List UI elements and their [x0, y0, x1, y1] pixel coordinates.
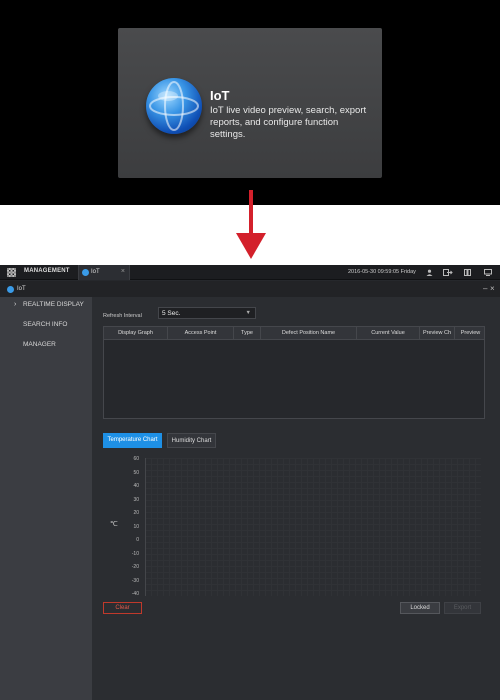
- locked-button[interactable]: Locked: [400, 602, 440, 614]
- chart-plot-area: [145, 458, 481, 596]
- minimize-icon[interactable]: –: [483, 284, 487, 293]
- clear-button[interactable]: Clear: [103, 602, 142, 614]
- column-header[interactable]: Defect Position Name: [261, 327, 357, 340]
- chevron-right-icon: ›: [14, 301, 17, 308]
- arrow-head-icon: [236, 233, 266, 259]
- y-tick: 20: [133, 510, 139, 516]
- tile-description: IoT live video preview, search, export r…: [210, 105, 367, 140]
- globe-icon: [146, 78, 202, 134]
- close-icon[interactable]: ×: [490, 284, 495, 293]
- tab-close-icon[interactable]: ×: [121, 268, 125, 275]
- arrow-down-icon: [249, 190, 253, 234]
- iot-app-tile[interactable]: IoT IoT live video preview, search, expo…: [118, 28, 382, 178]
- iot-app-window: MANAGEMENT IoT × 2016-05-30 09:59:05 Fri…: [0, 265, 500, 700]
- sensor-table: Display Graph Access Point Type Defect P…: [103, 326, 485, 419]
- column-header[interactable]: Display Graph: [104, 327, 168, 340]
- chevron-down-icon: ▼: [245, 310, 251, 316]
- tab-iot-label: IoT: [91, 269, 100, 275]
- refresh-interval-value: 5 Sec.: [162, 310, 181, 317]
- y-tick: 0: [136, 537, 139, 543]
- sidebar-item-search-info[interactable]: SEARCH INFO: [23, 321, 67, 328]
- y-tick: 50: [133, 469, 139, 476]
- column-header[interactable]: Current Value: [357, 327, 420, 340]
- layout-icon[interactable]: [464, 269, 471, 276]
- sidebar: › REALTIME DISPLAY SEARCH INFO MANAGER: [0, 297, 92, 700]
- y-tick: -20: [131, 564, 139, 570]
- y-tick: 60: [133, 456, 139, 462]
- management-tab[interactable]: MANAGEMENT: [24, 268, 70, 274]
- column-header[interactable]: Type: [234, 327, 261, 340]
- sidebar-item-realtime-display[interactable]: REALTIME DISPLAY: [23, 301, 84, 308]
- export-button[interactable]: Export: [444, 602, 481, 614]
- temperature-unit-icon: ℃: [110, 521, 118, 528]
- y-tick: 10: [133, 523, 139, 530]
- column-header[interactable]: Access Point: [168, 327, 234, 340]
- tab-humidity-chart[interactable]: Humidity Chart: [167, 433, 216, 448]
- column-header[interactable]: Preview Ch: [420, 327, 455, 340]
- main-panel: Refresh Interval 5 Sec. ▼ Display Graph …: [92, 297, 500, 700]
- table-header: Display Graph Access Point Type Defect P…: [104, 327, 484, 340]
- preview-backdrop: IoT IoT live video preview, search, expo…: [0, 0, 500, 205]
- y-tick: -30: [131, 577, 139, 584]
- column-header[interactable]: Preview: [455, 327, 486, 340]
- y-tick: 30: [133, 496, 139, 503]
- logout-icon[interactable]: [443, 269, 453, 276]
- display-icon[interactable]: [484, 269, 492, 276]
- datetime-display: 2016-05-30 09:59:05 Friday: [348, 269, 416, 275]
- window-header: IoT – ×: [0, 281, 500, 297]
- window-title: IoT: [17, 286, 26, 292]
- iot-icon: [82, 269, 89, 276]
- user-icon[interactable]: [426, 269, 433, 276]
- tile-title: IoT: [210, 88, 230, 103]
- title-bar: MANAGEMENT IoT × 2016-05-30 09:59:05 Fri…: [0, 265, 500, 280]
- refresh-interval-label: Refresh Interval: [103, 313, 142, 319]
- sidebar-item-manager[interactable]: MANAGER: [23, 341, 56, 348]
- iot-icon: [7, 286, 14, 293]
- temperature-chart: ℃ 60 50 40 30 20 10 0 -10 -20 -30 -40: [103, 454, 485, 604]
- main-menu-icon[interactable]: [7, 268, 16, 277]
- y-tick: 40: [133, 483, 139, 489]
- tab-iot[interactable]: IoT ×: [78, 265, 130, 280]
- tab-temperature-chart[interactable]: Temperature Chart: [103, 433, 162, 448]
- refresh-interval-select[interactable]: 5 Sec. ▼: [158, 307, 256, 319]
- y-tick: -40: [131, 591, 139, 597]
- y-tick: -10: [131, 550, 139, 557]
